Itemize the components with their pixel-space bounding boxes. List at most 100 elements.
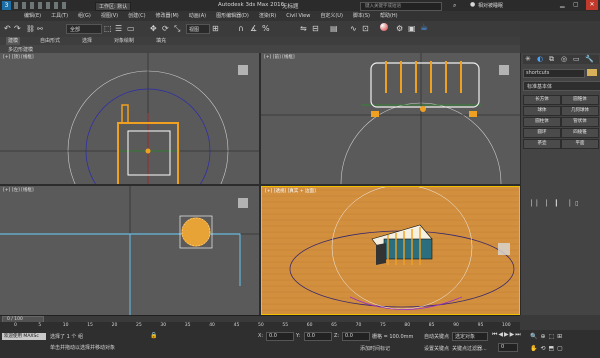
primitive-type-dropdown[interactable]: 标准基本体 xyxy=(523,81,600,91)
viewport-nav-icons-2[interactable]: ✋⟲⬒▢ xyxy=(530,345,566,352)
viewport-front[interactable]: [+] [前] [线框] xyxy=(261,53,520,184)
timeline-tick-label: 35 xyxy=(184,323,191,328)
playback-controls[interactable]: ⏮◀▶▶⏭ xyxy=(492,331,522,339)
ribbon-tab[interactable]: 填充 xyxy=(154,37,168,45)
workspace-dropdown[interactable]: 工作区: 默认 xyxy=(95,2,132,11)
viewport-nav-icons[interactable]: 🔍⊕⬚⊞ xyxy=(530,333,565,340)
ribbon-tab[interactable]: 自由形式 xyxy=(38,37,62,45)
undo-icon[interactable]: ↶ xyxy=(4,24,11,33)
selection-status: 选择了 1 个 组 xyxy=(50,334,83,340)
layer-icon[interactable]: ▤ xyxy=(330,24,338,33)
add-time-tag[interactable]: 添加时间标记 xyxy=(360,345,390,352)
menu-item[interactable]: 动画(A) xyxy=(187,12,208,20)
hierarchy-tab-icon[interactable]: ⧉ xyxy=(549,55,554,64)
menu-item[interactable]: 组(G) xyxy=(76,12,93,20)
motion-tab-icon[interactable]: ◎ xyxy=(561,55,567,63)
app-logo-icon[interactable]: 3 xyxy=(2,1,11,10)
maxscript-listener[interactable]: 欢迎使用 MAXSc xyxy=(2,333,46,340)
redo-icon[interactable]: ↷ xyxy=(14,24,21,33)
primitive-button[interactable]: 圆锥体 xyxy=(561,95,599,105)
primitive-button[interactable]: 茶壶 xyxy=(523,139,561,149)
ribbon-panel: 多边形建模 xyxy=(0,45,520,53)
menu-item[interactable]: 渲染(R) xyxy=(257,12,278,20)
create-tab-icon[interactable]: ✳ xyxy=(525,55,531,63)
menu-item[interactable]: 自定义(U) xyxy=(318,12,345,20)
timeline-tick-label: 55 xyxy=(282,323,289,328)
grid-size: 栅格 = 100.0mm xyxy=(372,334,414,340)
render-icon[interactable]: ☕ xyxy=(420,23,428,33)
ribbon-tab[interactable]: 建模 xyxy=(6,37,21,45)
pivot-icon[interactable]: ⊞ xyxy=(212,24,219,33)
viewport-perspective[interactable]: [+] [透视] [真实 + 边面] xyxy=(261,186,520,315)
rect-select-icon[interactable]: ▭ xyxy=(127,24,135,33)
auto-key-label[interactable]: 自动关键点 xyxy=(424,333,449,340)
modify-tab-icon[interactable]: ◐ xyxy=(537,55,543,63)
display-tab-icon[interactable]: ▭ xyxy=(573,55,580,63)
angle-snap-icon[interactable]: ∡ xyxy=(250,24,257,33)
render-frame-icon[interactable]: ▣ xyxy=(408,24,416,33)
key-filter-button[interactable]: 关键点过滤器... xyxy=(452,345,487,352)
select-by-name-icon[interactable]: ☰ xyxy=(115,24,122,33)
primitive-button[interactable]: 圆环 xyxy=(523,128,561,138)
primitive-button[interactable]: 管状体 xyxy=(561,117,599,127)
viewport-top[interactable]: [+] [顶] [线框] xyxy=(0,53,259,184)
maximize-icon[interactable]: ▢ xyxy=(573,1,579,8)
link-icon[interactable]: ⛓ xyxy=(26,25,35,33)
scale-icon[interactable]: ⤡ xyxy=(174,24,180,34)
selection-filter-dropdown[interactable]: 全部 xyxy=(66,24,102,34)
panel-bottom-icons[interactable]: ▕▏▏▎▕▯ xyxy=(527,200,597,208)
render-setup-icon[interactable]: ⚙ xyxy=(396,24,403,33)
quick-access-icons[interactable] xyxy=(14,2,69,9)
z-coord-field[interactable]: 0.0 xyxy=(342,332,370,341)
menu-item[interactable]: 工具(T) xyxy=(49,12,70,20)
selected-object-dropdown[interactable]: 选定对象 xyxy=(452,332,488,341)
y-coord-field[interactable]: 0.0 xyxy=(304,332,332,341)
menu-item[interactable]: 视图(V) xyxy=(99,12,120,20)
ribbon-tab[interactable]: 选择 xyxy=(80,37,94,45)
move-icon[interactable]: ✥ xyxy=(150,24,157,33)
primitive-button[interactable]: 几何球体 xyxy=(561,106,599,116)
select-object-icon[interactable]: ⬚ xyxy=(104,24,112,33)
track-bar[interactable]: 0 5 10 15 20 25 30 35 40 45 50 55 60 65 70 75 80 85 90 95 10… xyxy=(0,322,520,330)
viewport-perspective-label[interactable]: [+] [透视] [真实 + 边面] xyxy=(265,188,316,194)
minimize-icon[interactable]: ▁ xyxy=(560,1,565,8)
primitive-button[interactable]: 长方体 xyxy=(523,95,561,105)
timeline-tick-label: 5 xyxy=(38,323,42,328)
x-coord-field[interactable]: 0.0 xyxy=(266,332,294,341)
menu-item[interactable]: 帮助(H) xyxy=(378,12,400,20)
utilities-tab-icon[interactable]: 🔧 xyxy=(585,55,594,63)
menu-item[interactable]: 脚本(S) xyxy=(351,12,372,20)
set-key-label[interactable]: 设置关键点 xyxy=(424,345,449,352)
search-input[interactable]: 键入关键字或短语 xyxy=(360,2,442,11)
reference-coord-dropdown[interactable]: 视图 xyxy=(186,24,210,34)
color-swatch[interactable] xyxy=(587,69,597,76)
user-label[interactable]: 相对被睡眠 xyxy=(478,2,503,9)
curve-editor-icon[interactable]: ∿ xyxy=(350,24,357,33)
close-icon[interactable]: ✕ xyxy=(586,0,598,10)
align-icon[interactable]: ⊟ xyxy=(312,24,319,33)
unlink-icon[interactable]: ⚯ xyxy=(37,25,43,33)
primitive-button[interactable]: 四棱锥 xyxy=(561,128,599,138)
polygon-modeling-label[interactable]: 多边形建模 xyxy=(8,46,33,53)
menu-item[interactable]: Civil View xyxy=(284,12,312,20)
primitive-button[interactable]: 圆柱体 xyxy=(523,117,561,127)
schematic-icon[interactable]: ⊡ xyxy=(362,24,369,33)
menu-item[interactable]: 编辑(E) xyxy=(22,12,43,20)
viewport-left[interactable]: [+] [左] [线框] xyxy=(0,186,259,315)
shortcuts-field[interactable]: shortcuts xyxy=(523,69,585,78)
percent-snap-icon[interactable]: % xyxy=(262,24,270,33)
primitive-button[interactable]: 球体 xyxy=(523,106,561,116)
menu-item[interactable]: 修改器(M) xyxy=(154,12,181,20)
lock-icon[interactable]: 🔒 xyxy=(150,332,157,339)
search-icon[interactable]: ⌕ xyxy=(453,2,456,10)
menu-item[interactable]: 创建(C) xyxy=(126,12,147,20)
current-frame-field[interactable]: 0 xyxy=(498,343,518,352)
status-bar: 欢迎使用 MAXSc 选择了 1 个 组 单击并拖动以选择并移动对象 🔒 X: … xyxy=(0,330,600,358)
rotate-icon[interactable]: ⟳ xyxy=(162,24,169,33)
material-editor-icon[interactable] xyxy=(380,23,388,31)
menu-item[interactable]: 图形编辑器(D) xyxy=(214,12,251,20)
primitive-button[interactable]: 平面 xyxy=(561,139,599,149)
snap-icon[interactable]: ∩ xyxy=(238,24,244,33)
ribbon-tab[interactable]: 对象绘制 xyxy=(112,37,136,45)
mirror-icon[interactable]: ⇋ xyxy=(300,24,307,33)
